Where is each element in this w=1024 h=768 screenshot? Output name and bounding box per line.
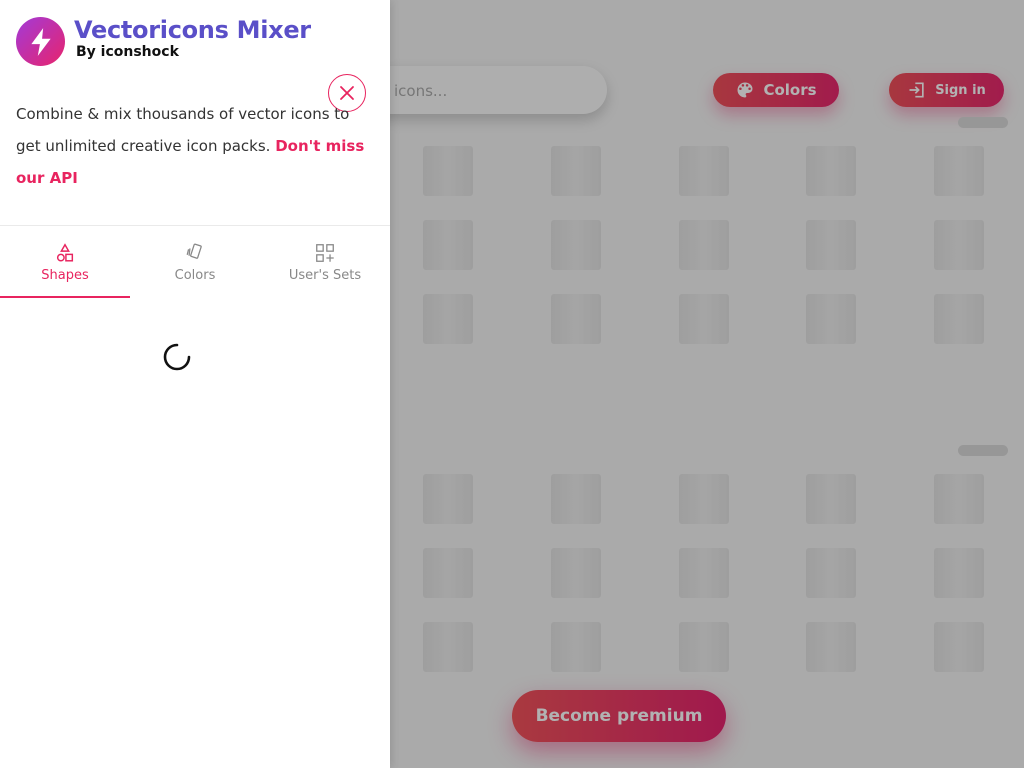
loading-spinner-icon	[163, 343, 191, 371]
active-tab-indicator	[0, 296, 130, 298]
lightning-icon	[30, 27, 51, 56]
tab-label: Colors	[174, 267, 216, 283]
tab-label: User's Sets	[288, 267, 362, 283]
panel-tabs: Shapes Colors User's Sets	[0, 226, 390, 298]
colors-cards-icon	[186, 243, 202, 259]
tab-users-sets[interactable]: User's Sets	[260, 226, 390, 298]
app-logo	[16, 17, 65, 66]
side-panel: Vectoricons Mixer By iconshock Combine &…	[0, 0, 390, 768]
tab-label: Shapes	[41, 267, 89, 283]
app-title: Vectoricons Mixer	[74, 16, 311, 44]
panel-description: Combine & mix thousands of vector icons …	[16, 98, 374, 194]
app-subtitle: By iconshock	[76, 44, 179, 60]
tab-colors[interactable]: Colors	[130, 226, 260, 298]
shapes-icon	[56, 242, 74, 262]
user-sets-icon	[316, 243, 334, 262]
tab-shapes[interactable]: Shapes	[0, 226, 130, 298]
